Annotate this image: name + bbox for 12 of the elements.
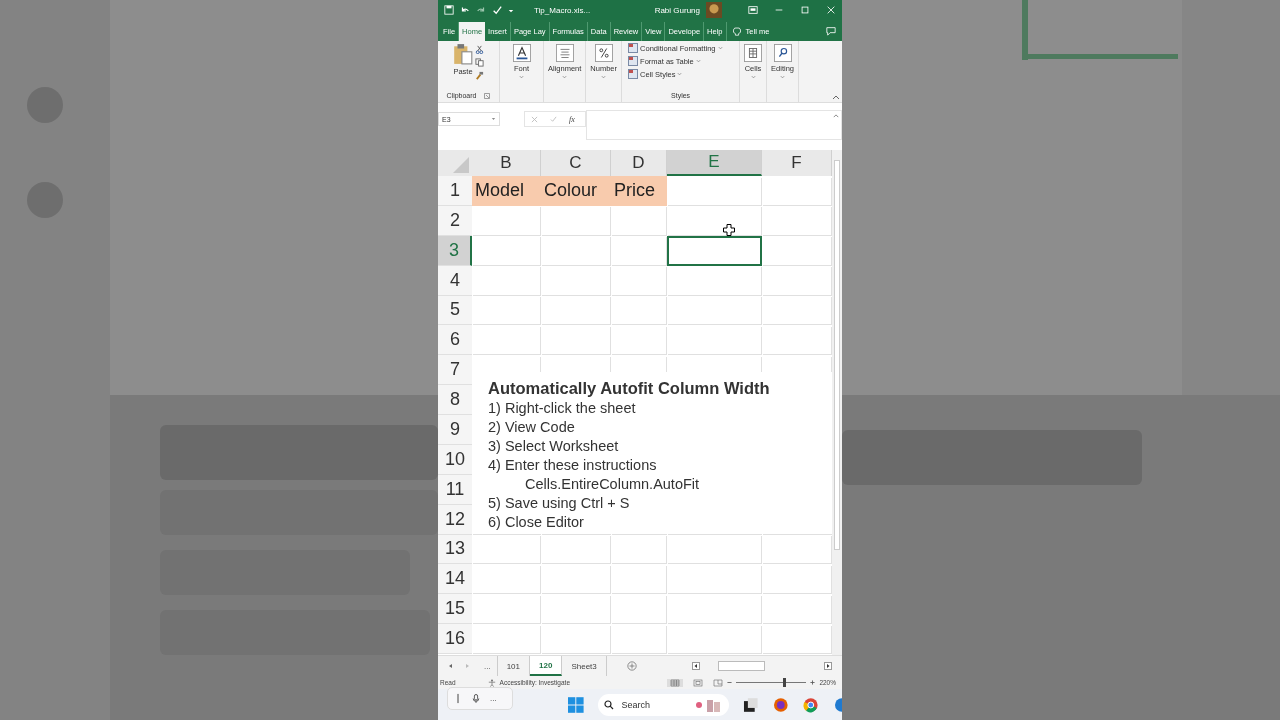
- step-text: 1) Right-click the sheet: [488, 399, 637, 418]
- step-text: 2) View Code: [488, 418, 576, 437]
- step-text: 3) Select Worksheet: [488, 437, 620, 456]
- table-cell: Price: [611, 176, 667, 206]
- text-box-title: Automatically Autofit Column Width: [488, 378, 771, 399]
- file-name: Tip_Macro.xls...: [534, 5, 591, 15]
- step-text: 4) Enter these instructions: [488, 456, 658, 475]
- step-text: 6) Close Editor: [488, 513, 585, 532]
- step-text: 5) Save using Ctrl + S: [488, 494, 631, 513]
- table-cell: Model: [472, 176, 541, 206]
- table-cell: Colour: [541, 176, 611, 206]
- code-line: Cells.EntireColumn.AutoFit: [524, 475, 701, 494]
